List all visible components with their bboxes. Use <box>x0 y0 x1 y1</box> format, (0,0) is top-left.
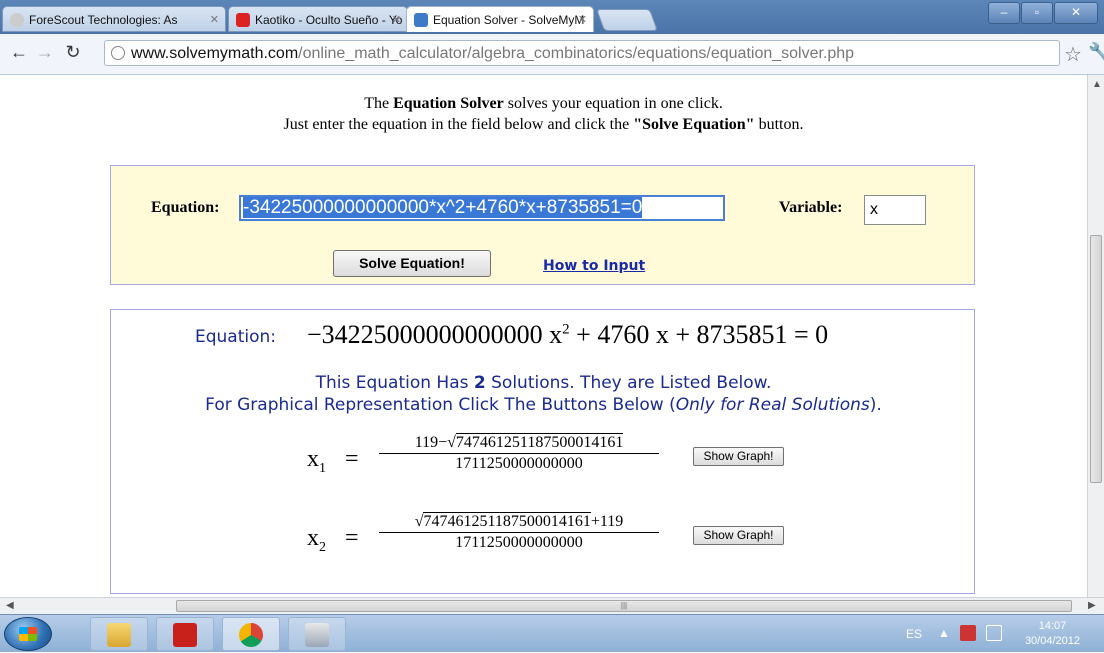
action-center-icon[interactable] <box>960 625 976 641</box>
youtube-icon <box>236 13 250 27</box>
url-domain: www.solvemymath.com <box>131 45 299 62</box>
clock-date: 30/04/2012 <box>1024 635 1080 647</box>
system-tray: ES ▲ 14:07 30/04/2012 <box>900 615 1104 653</box>
solution-fraction: √747461251187500014161+119 1711250000000… <box>379 512 659 552</box>
result-equation-label: Equation: <box>195 327 277 347</box>
equation-input[interactable]: -34225000000000000*x^2+4760*x+8735851=0 <box>239 195 725 221</box>
result-panel: Equation: −34225000000000000 x2 + 4760 x… <box>110 309 975 594</box>
show-hidden-icons-icon[interactable]: ▲ <box>938 626 950 640</box>
folder-icon <box>107 623 131 647</box>
variable-input[interactable]: x <box>864 195 926 225</box>
start-button[interactable] <box>4 617 52 651</box>
windows-taskbar: ES ▲ 14:07 30/04/2012 <box>0 614 1104 652</box>
taskbar-explorer[interactable] <box>90 617 148 651</box>
tab-equation-solver[interactable]: Equation Solver - SolveMyM ✕ <box>406 6 594 32</box>
windows-logo-icon <box>19 627 37 641</box>
close-window-button[interactable]: ✕ <box>1054 2 1098 24</box>
tab-label: Kaotiko - Oculto Sueño - Yo <box>255 13 403 27</box>
tab-label: ForeScout Technologies: As <box>29 13 178 27</box>
fraction-numerator: 119−√747461251187500014161 <box>379 433 659 454</box>
scroll-up-icon[interactable]: ▲ <box>1092 79 1102 90</box>
taskbar-acrobat[interactable] <box>156 617 214 651</box>
solution-variable: x2 <box>307 525 326 555</box>
window-titlebar: ForeScout Technologies: As ✕ Kaotiko - O… <box>0 0 1104 34</box>
solution-fraction: 119−√747461251187500014161 1711250000000… <box>379 433 659 473</box>
language-indicator[interactable]: ES <box>906 627 922 641</box>
window-controls: – ▫ ✕ <box>987 2 1098 24</box>
reload-icon[interactable]: ↻ <box>62 42 84 63</box>
tab-forescout[interactable]: ForeScout Technologies: As ✕ <box>2 6 226 32</box>
equals-sign: = <box>345 446 359 472</box>
horizontal-scrollbar[interactable]: ◀ ||| ▶ <box>0 597 1104 614</box>
intro-line-1: The Equation Solver solves your equation… <box>364 95 723 112</box>
horizontal-scroll-thumb[interactable]: ||| <box>176 600 1072 612</box>
minimize-button[interactable]: – <box>988 2 1020 24</box>
scroll-right-icon[interactable]: ▶ <box>1088 600 1096 611</box>
solve-equation-button[interactable]: Solve Equation! <box>333 250 491 277</box>
pdf-icon <box>173 623 197 647</box>
browser-toolbar: ← → ↻ www.solvemymath.com/online_math_ca… <box>0 34 1104 75</box>
clipboard-icon <box>305 623 329 647</box>
globe-icon <box>10 13 24 27</box>
maximize-button[interactable]: ▫ <box>1021 2 1053 24</box>
result-equation: −34225000000000000 x2 + 4760 x + 8735851… <box>307 320 829 349</box>
close-icon[interactable]: ✕ <box>392 7 401 31</box>
clock-time: 14:07 <box>1038 620 1067 632</box>
taskbar-chrome[interactable] <box>222 617 280 651</box>
page-content: The Equation Solver solves your equation… <box>0 75 1087 597</box>
fraction-numerator: √747461251187500014161+119 <box>379 512 659 533</box>
show-graph-button[interactable]: Show Graph! <box>693 526 784 545</box>
tab-label: Equation Solver - SolveMyM <box>433 13 585 27</box>
close-icon[interactable]: ✕ <box>210 7 219 31</box>
fraction-denominator: 1711250000000000 <box>455 534 583 551</box>
chrome-icon <box>239 623 263 647</box>
forward-arrow-icon[interactable]: → <box>34 42 56 63</box>
equation-label: Equation: <box>151 199 220 216</box>
how-to-input-link[interactable]: How to Input <box>543 258 645 274</box>
vertical-scroll-thumb[interactable] <box>1090 235 1102 483</box>
graph-hint-line: For Graphical Representation Click The B… <box>205 395 882 415</box>
intro-line-2: Just enter the equation in the field bel… <box>283 116 804 133</box>
solvemymath-icon <box>414 13 428 27</box>
fraction-denominator: 1711250000000000 <box>455 455 583 472</box>
close-icon[interactable]: ✕ <box>578 7 587 32</box>
variable-label: Variable: <box>779 199 843 216</box>
result-summary: This Equation Has 2 Solutions. They are … <box>111 372 976 416</box>
vertical-scrollbar[interactable]: ▲ <box>1087 75 1104 597</box>
address-bar[interactable]: www.solvemymath.com/online_math_calculat… <box>104 40 1060 66</box>
solution-variable: x1 <box>307 446 326 476</box>
intro-text: The Equation Solver solves your equation… <box>0 93 1087 135</box>
network-icon[interactable] <box>986 625 1002 641</box>
clock[interactable]: 14:07 30/04/2012 <box>1025 619 1080 649</box>
equals-sign: = <box>345 525 359 551</box>
solution-count-line: This Equation Has 2 Solutions. They are … <box>315 373 772 393</box>
show-graph-button[interactable]: Show Graph! <box>693 447 784 466</box>
globe-icon <box>111 46 125 60</box>
new-tab-button[interactable] <box>595 9 659 31</box>
scroll-left-icon[interactable]: ◀ <box>6 600 14 611</box>
url-path: /online_math_calculator/algebra_combinat… <box>298 45 855 62</box>
taskbar-app[interactable] <box>288 617 346 651</box>
bookmark-star-icon[interactable]: ☆ <box>1064 42 1082 67</box>
equation-form: Equation: -34225000000000000*x^2+4760*x+… <box>110 165 975 285</box>
back-arrow-icon[interactable]: ← <box>8 42 30 63</box>
tab-kaotiko[interactable]: Kaotiko - Oculto Sueño - Yo ✕ <box>228 6 408 32</box>
wrench-icon[interactable]: 🔧 <box>1088 42 1104 63</box>
